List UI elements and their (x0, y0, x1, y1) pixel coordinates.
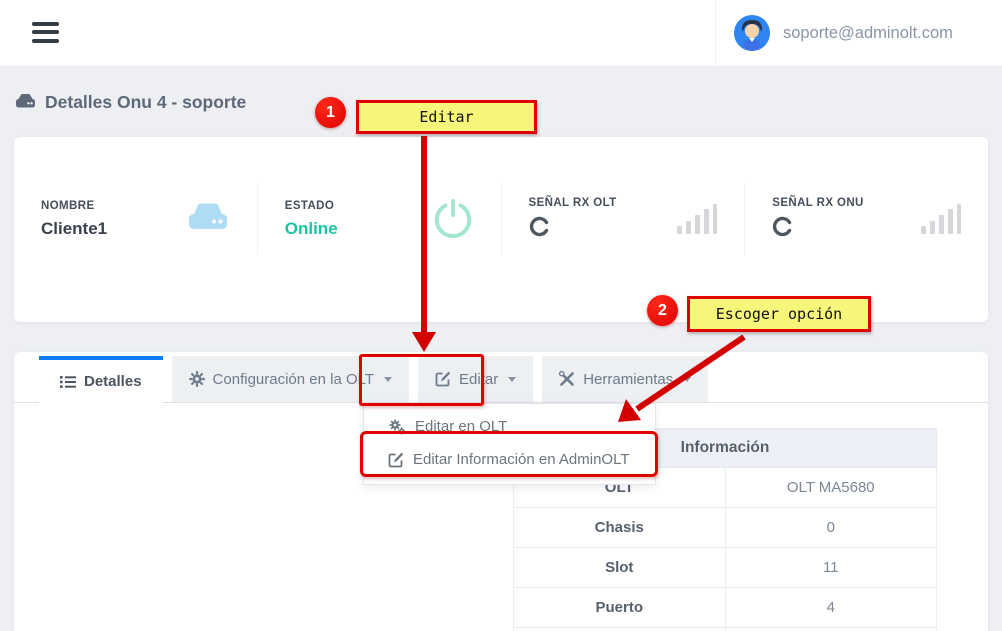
tools-icon (559, 371, 575, 387)
stat-senal-rx-olt: SEÑAL RX OLT (502, 183, 746, 255)
tab-herramientas[interactable]: Herramientas (542, 356, 708, 402)
power-icon (432, 198, 474, 240)
stat-value-online: Online (285, 219, 338, 239)
onu-details-card: Detalles (14, 352, 988, 631)
stat-label: ESTADO (285, 200, 338, 212)
loading-spinner-icon (529, 216, 617, 242)
chevron-down-icon (508, 377, 516, 382)
signal-bars-icon (673, 201, 717, 237)
stat-label: SEÑAL RX OLT (529, 197, 617, 209)
chevron-down-icon (683, 377, 691, 382)
top-navbar: soporte@adminolt.com (0, 0, 1002, 67)
step-1-badge: 1 (315, 97, 346, 128)
stat-estado: ESTADO Online (258, 183, 502, 255)
user-avatar (734, 15, 770, 51)
table-row: Serial 48575443-B5931534-H98 (514, 628, 937, 631)
stat-label: SEÑAL RX ONU (772, 197, 864, 209)
table-row: Chasis 0 (514, 508, 937, 548)
hamburger-menu-icon[interactable] (32, 19, 60, 45)
table-row: Puerto 4 (514, 588, 937, 628)
router-icon (186, 202, 230, 236)
annotation-outline-dropdown-item (360, 431, 658, 477)
hdd-icon (15, 92, 36, 113)
tab-detalles[interactable]: Detalles (39, 356, 163, 403)
annotation-outline-editar-tab (359, 354, 484, 406)
step-2-label: Escoger opción (687, 296, 871, 332)
stat-value: Cliente1 (41, 219, 107, 239)
adminolt-onu-details-screen: soporte@adminolt.com Detalles Onu 4 - so… (0, 0, 1002, 631)
gear-icon (189, 371, 205, 387)
user-email: soporte@adminolt.com (783, 24, 953, 43)
table-row: Slot 11 (514, 548, 937, 588)
tab-bar: Detalles (14, 352, 988, 403)
list-icon (60, 375, 76, 389)
onu-status-card: NOMBRE Cliente1 ESTADO Online SEÑAL (14, 137, 988, 322)
page-title: Detalles Onu 4 - soporte (15, 92, 246, 113)
user-menu[interactable]: soporte@adminolt.com (715, 0, 1002, 66)
step-1-label: Editar (356, 100, 537, 134)
stat-nombre: NOMBRE Cliente1 (14, 183, 258, 255)
loading-spinner-icon (772, 216, 864, 242)
stat-senal-rx-onu: SEÑAL RX ONU (745, 183, 988, 255)
stat-label: NOMBRE (41, 200, 107, 212)
signal-bars-icon (917, 201, 961, 237)
step-2-badge: 2 (647, 295, 678, 326)
